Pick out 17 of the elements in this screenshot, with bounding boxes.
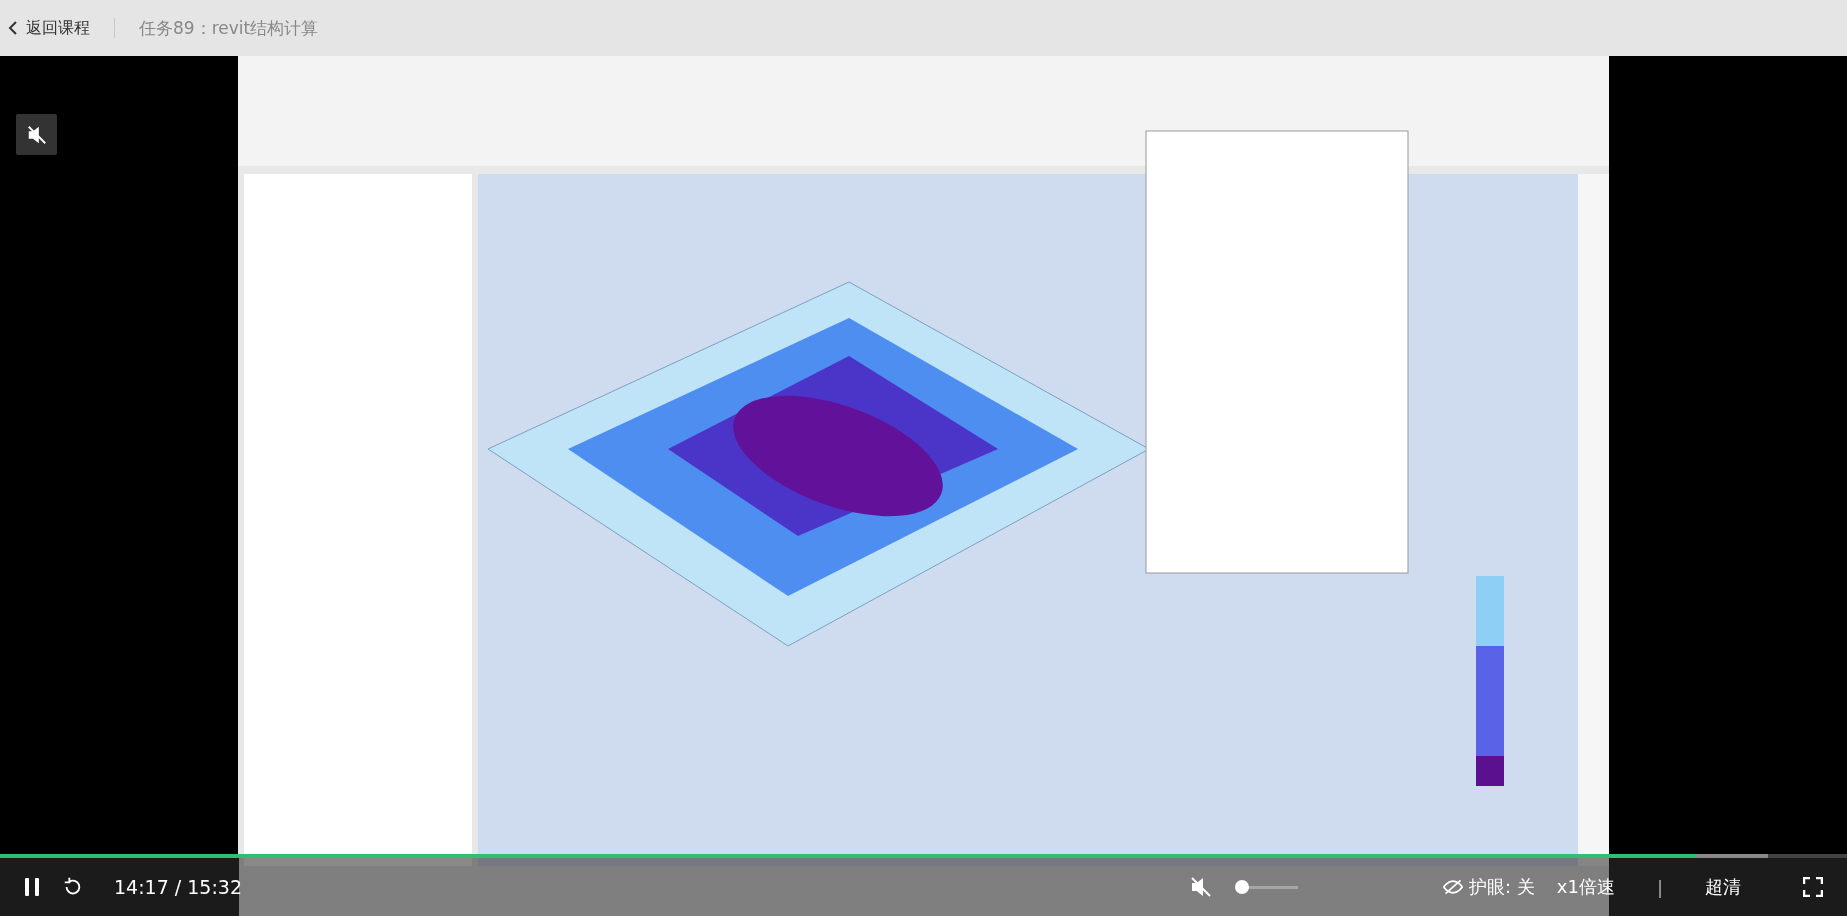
pause-button[interactable]: [24, 877, 40, 897]
unmute-button[interactable]: [16, 114, 57, 155]
mute-icon: [1189, 875, 1213, 899]
fullscreen-button[interactable]: [1803, 877, 1823, 897]
fullscreen-icon: [1803, 877, 1823, 897]
course-title: 任务89：revit结构计算: [139, 16, 319, 40]
playback-time: 14:17 / 15:32: [114, 876, 242, 898]
eye-care-button[interactable]: 护眼: 关: [1443, 875, 1535, 899]
quality-button[interactable]: 超清: [1705, 875, 1741, 899]
volume-button[interactable]: [1189, 875, 1213, 899]
volume-thumb[interactable]: [1235, 880, 1249, 894]
eye-icon: [1443, 879, 1463, 895]
pause-icon: [24, 877, 40, 897]
mute-icon: [25, 123, 48, 146]
separator: |: [1656, 876, 1663, 898]
chevron-left-icon: [8, 21, 18, 35]
back-link[interactable]: 返回课程: [8, 17, 90, 39]
